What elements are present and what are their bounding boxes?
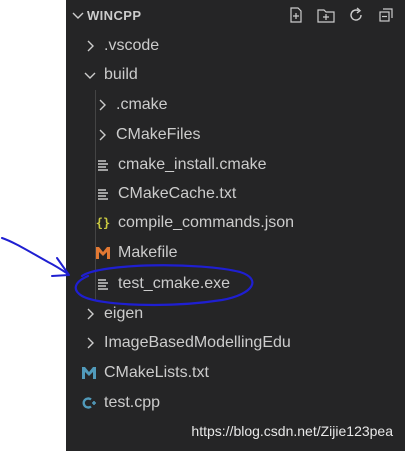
tree-item-makefile[interactable]: Makefile <box>66 238 405 268</box>
tree-item-label: Makefile <box>118 244 178 261</box>
collapse-all-button[interactable] <box>375 5 397 25</box>
chevron-down-icon[interactable] <box>82 67 98 83</box>
chevron-right-icon[interactable] <box>94 97 110 113</box>
new-folder-icon <box>317 9 335 23</box>
tree-item-cmake-dir[interactable]: .cmake <box>66 90 405 120</box>
refresh-icon <box>350 7 362 21</box>
new-folder-button[interactable] <box>315 5 337 25</box>
tree-item-label: CMakeCache.txt <box>118 185 237 202</box>
chevron-right-icon[interactable] <box>82 306 98 322</box>
tree-item-cmakelists[interactable]: CMakeLists.txt <box>66 358 405 388</box>
cpp-file-icon <box>80 394 98 412</box>
cmake-m-icon <box>80 364 98 382</box>
tree-item-vscode[interactable]: .vscode <box>66 31 405 61</box>
tree-item-test-cpp[interactable]: test.cpp <box>66 388 405 418</box>
refresh-button[interactable] <box>345 5 367 25</box>
annotation-arrow <box>1 237 69 275</box>
tree-item-label: ImageBasedModellingEdu <box>104 334 291 351</box>
workspace-title: WINCPP <box>87 8 142 23</box>
tree-item-test-cmake-exe[interactable]: test_cmake.exe <box>66 269 405 299</box>
chevron-down-icon[interactable] <box>70 7 86 23</box>
chevron-right-icon[interactable] <box>94 127 110 143</box>
tree-item-label: CMakeLists.txt <box>104 364 209 381</box>
explorer-panel: WINCPP .vscode build .cmake CMakeFiles c… <box>66 0 405 451</box>
text-file-icon <box>94 156 112 174</box>
tree-item-compile-commands[interactable]: {} compile_commands.json <box>66 208 405 238</box>
chevron-right-icon[interactable] <box>82 335 98 351</box>
tree-item-label: eigen <box>104 305 144 322</box>
tree-item-label: .cmake <box>116 96 168 113</box>
new-file-icon <box>290 7 302 23</box>
tree-item-cmake-install[interactable]: cmake_install.cmake <box>66 150 405 180</box>
new-file-button[interactable] <box>285 5 307 25</box>
makefile-m-icon <box>94 244 112 262</box>
tree-item-eigen[interactable]: eigen <box>66 299 405 329</box>
tree-item-cmakefiles[interactable]: CMakeFiles <box>66 120 405 150</box>
collapse-all-icon <box>379 8 393 22</box>
text-file-icon <box>94 185 112 203</box>
tree-item-label: test.cpp <box>104 394 161 411</box>
tree-item-cmakecache[interactable]: CMakeCache.txt <box>66 179 405 209</box>
tree-item-label: build <box>104 66 138 83</box>
watermark: https://blog.csdn.net/Zijie123pea <box>191 423 393 439</box>
tree-item-label: CMakeFiles <box>116 126 201 143</box>
tree-item-label: cmake_install.cmake <box>118 156 267 173</box>
tree-item-build[interactable]: build <box>66 60 405 90</box>
explorer-actions <box>285 5 397 25</box>
explorer-header[interactable]: WINCPP <box>66 0 405 30</box>
json-braces-icon: {} <box>95 216 111 230</box>
tree-item-label: .vscode <box>104 37 160 54</box>
tree-item-label: compile_commands.json <box>118 214 295 231</box>
tree-item-imagebasedmodellingedu[interactable]: ImageBasedModellingEdu <box>66 328 405 358</box>
text-file-icon <box>94 275 112 293</box>
chevron-right-icon[interactable] <box>82 38 98 54</box>
tree-item-label: test_cmake.exe <box>118 275 231 292</box>
